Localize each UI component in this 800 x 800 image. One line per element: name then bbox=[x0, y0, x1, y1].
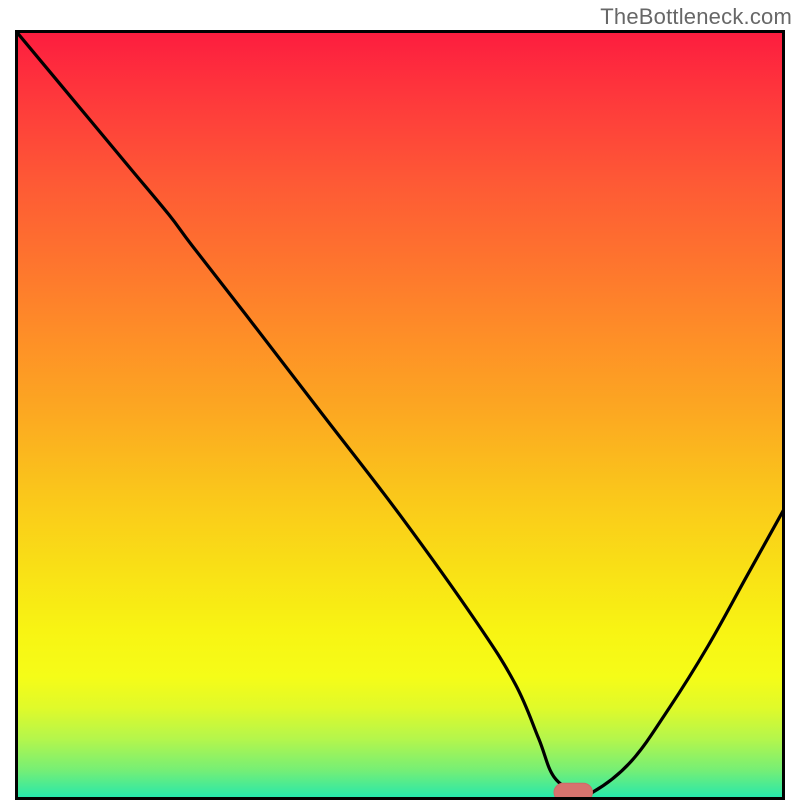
source-domain-label: TheBottleneck.com bbox=[600, 4, 792, 30]
bottleneck-chart bbox=[15, 30, 785, 800]
chart-background-gradient bbox=[15, 30, 785, 800]
chart-container: { "header": { "domain_url": "TheBottlene… bbox=[0, 0, 800, 800]
